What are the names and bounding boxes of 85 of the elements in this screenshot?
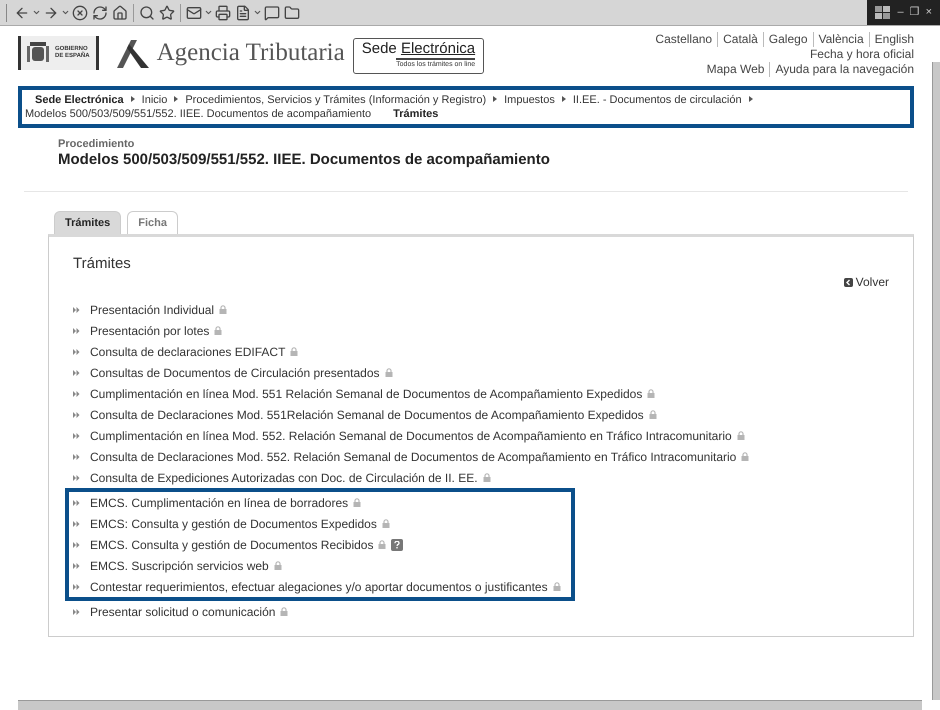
vertical-scrollbar[interactable] <box>932 62 940 700</box>
double-arrow-icon <box>73 562 80 568</box>
refresh-icon <box>92 4 108 20</box>
double-arrow-icon <box>73 306 80 312</box>
procedure-link[interactable]: EMCS. Cumplimentación en línea de borradores <box>90 494 348 512</box>
breadcrumb-link[interactable]: Sede Electrónica <box>35 94 124 106</box>
double-arrow-icon <box>73 500 80 506</box>
stop-button[interactable] <box>70 2 90 22</box>
procedure-link[interactable]: Presentación Individual <box>90 300 214 318</box>
procedure-title: Modelos 500/503/509/551/552. IIEE. Documentos de acompañamiento <box>58 151 551 169</box>
double-arrow-icon <box>73 412 80 418</box>
double-arrow-icon <box>73 584 80 590</box>
double-arrow-icon <box>73 370 80 376</box>
mail-icon <box>186 4 202 20</box>
caret-icon[interactable] <box>32 8 41 17</box>
caret-icon[interactable] <box>204 8 213 17</box>
procedure-link[interactable]: Cumplimentación en línea Mod. 551 Relación Semanal de Documentos de Acompañamiento Expedidos <box>90 384 642 402</box>
double-arrow-icon <box>73 328 80 334</box>
breadcrumb-link[interactable]: Trámites <box>393 108 438 120</box>
procedure-link[interactable]: Consulta de declaraciones EDIFACT <box>90 342 286 360</box>
procedure-link[interactable]: Contestar requerimientos, efectuar alegaciones y/o aportar documentos o justificantes <box>90 578 548 596</box>
double-arrow-icon <box>73 608 80 614</box>
procedure-link[interactable]: EMCS. Suscripción servicios web <box>90 556 269 574</box>
double-arrow-icon <box>73 454 80 460</box>
double-arrow-icon <box>73 542 80 548</box>
breadcrumb-link[interactable]: II.EE. - Documentos de circulación <box>572 94 742 106</box>
procedure-link[interactable]: EMCS: Consulta y gestión de Documentos Expedidos <box>90 514 377 532</box>
caret-icon[interactable] <box>61 8 70 17</box>
language-link[interactable]: English <box>870 32 914 47</box>
tab[interactable]: Trámites <box>54 211 122 234</box>
forward-icon <box>43 4 59 20</box>
double-arrow-icon <box>73 474 80 480</box>
breadcrumb-link[interactable]: Inicio <box>142 94 168 106</box>
help-icon[interactable] <box>391 538 404 550</box>
window-control[interactable]: – <box>897 4 904 21</box>
chevron-icon <box>130 96 135 102</box>
window-control[interactable]: ❐ <box>910 4 920 21</box>
chevron-icon <box>562 96 566 102</box>
tab[interactable]: Ficha <box>127 211 178 234</box>
home-icon <box>112 4 128 20</box>
windows-logo-icon <box>875 6 892 20</box>
print-button[interactable] <box>213 2 233 22</box>
header-link[interactable]: Mapa Web <box>702 62 770 77</box>
back-arrow-icon <box>844 278 853 286</box>
procedure-link[interactable]: Consulta de Declaraciones Mod. 552. Relación Semanal de Documentos de Acompañamiento en Tráfico Intracomunitario <box>90 448 736 466</box>
search-icon <box>139 4 155 20</box>
procedure-link[interactable]: Consulta de Expediciones Autorizadas con Doc. de Circulación de II. EE. <box>90 468 478 486</box>
procedure-link[interactable]: Cumplimentación en línea Mod. 552. Relación Semanal de Documentos de Acompañamiento en Tráfico Intracomunitario <box>90 426 732 444</box>
procedure-link[interactable]: Consultas de Documentos de Circulación presentados <box>90 364 380 382</box>
horizontal-scrollbar[interactable] <box>18 700 922 710</box>
document-icon <box>235 4 251 20</box>
chevron-icon <box>493 96 498 102</box>
language-link[interactable]: Català <box>718 32 764 47</box>
double-arrow-icon <box>73 432 80 438</box>
breadcrumb-link[interactable]: Procedimientos, Servicios y Trámites (Información y Registro) <box>185 94 486 106</box>
print-icon <box>215 4 231 20</box>
procedure-link[interactable]: Presentación por lotes <box>90 322 210 340</box>
chevron-icon <box>748 96 753 102</box>
official-time-link[interactable]: Fecha y hora oficial <box>810 47 914 62</box>
breadcrumb-link[interactable]: Modelos 500/503/509/551/552. IIEE. Documentos de acompañamiento <box>25 108 372 120</box>
double-arrow-icon <box>73 348 80 354</box>
header-link[interactable]: Ayuda para la navegación <box>770 62 914 77</box>
language-link[interactable]: Castellano <box>650 32 718 47</box>
agency-name: Agencia Tributaria <box>156 38 345 68</box>
panel-heading: Trámites <box>73 255 131 273</box>
language-link[interactable]: València <box>814 32 870 47</box>
language-link[interactable]: Galego <box>764 32 814 47</box>
procedure-link[interactable]: Presentar solicitud o comunicación <box>90 602 276 620</box>
back-link[interactable]: Volver <box>844 273 889 291</box>
double-arrow-icon <box>73 520 80 526</box>
star-icon <box>159 4 175 20</box>
back-icon <box>14 4 30 20</box>
caret-icon[interactable] <box>253 8 262 17</box>
procedure-link[interactable]: Consulta de Declaraciones Mod. 551Relación Semanal de Documentos de Acompañamiento Expedidos <box>90 406 644 424</box>
star-button[interactable] <box>157 2 177 22</box>
double-arrow-icon <box>73 390 80 396</box>
folder-icon <box>284 4 300 20</box>
window-control[interactable]: × <box>926 4 932 21</box>
chevron-icon <box>174 96 178 102</box>
breadcrumb-link[interactable]: Impuestos <box>504 94 555 106</box>
procedure-link[interactable]: EMCS. Consulta y gestión de Documentos Recibidos <box>90 536 374 554</box>
sede-title: Sede Electrónica <box>362 40 476 58</box>
procedure-label: Procedimiento <box>58 138 136 151</box>
speech-bubble-icon <box>264 4 280 20</box>
stop-icon <box>72 4 88 20</box>
